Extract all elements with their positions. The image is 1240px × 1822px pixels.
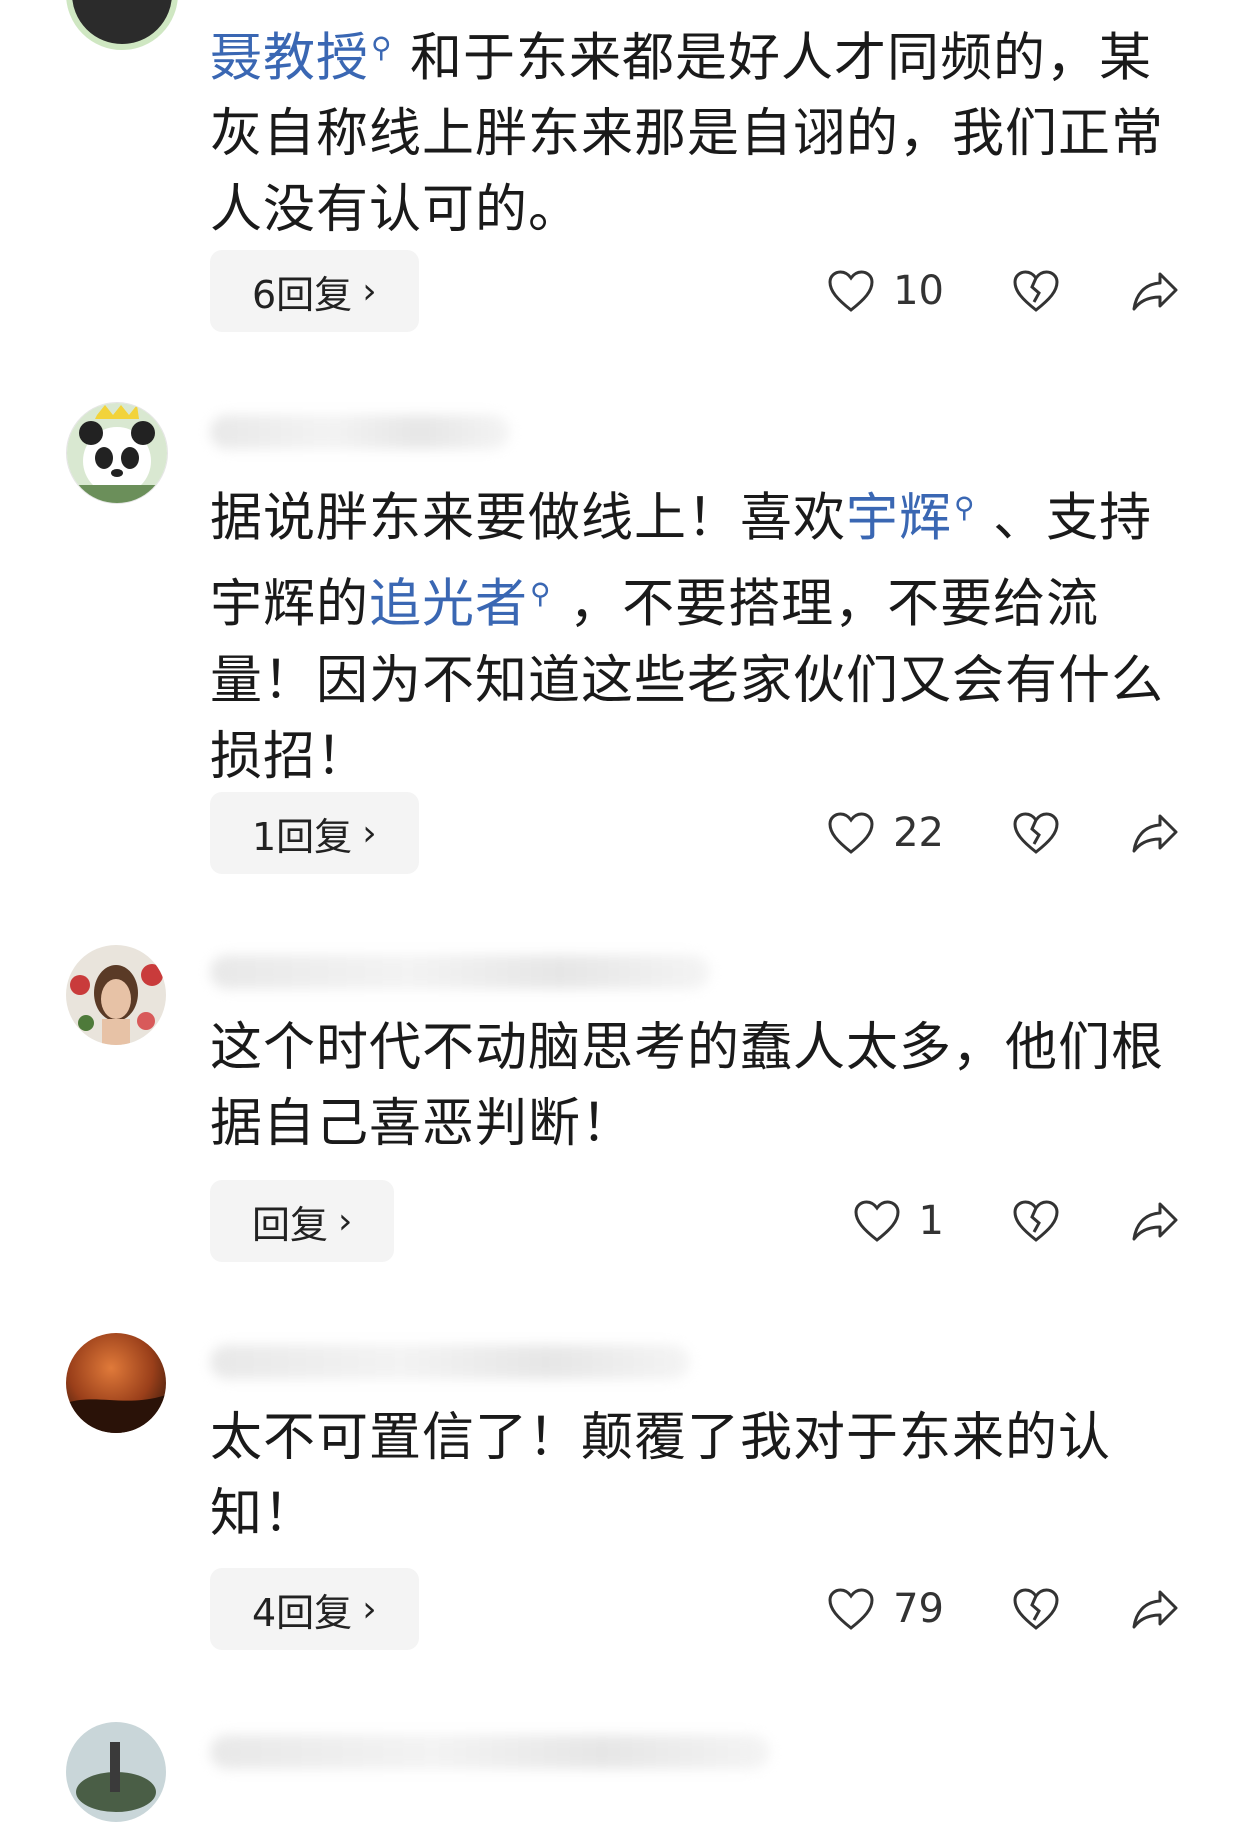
comment-actions: 1 (853, 1180, 1180, 1262)
comment-text-segment: 太不可置信了！颠覆了我对于东来的认知！ (210, 1408, 1112, 1544)
avatar[interactable] (66, 1333, 166, 1433)
reply-button[interactable]: 4回复 › (210, 1568, 419, 1650)
heart-icon (854, 1200, 900, 1242)
reply-label: 6回复 (252, 272, 353, 317)
reply-button[interactable]: 1回复 › (210, 792, 419, 874)
broken-heart-icon (1013, 270, 1059, 312)
share-button[interactable] (1130, 1199, 1180, 1243)
comment-text: 这个时代不动脑思考的蠢人太多，他们根据自己喜恶判断！ (210, 1010, 1170, 1162)
username-blurred[interactable] (210, 1735, 770, 1769)
portrait-avatar-image (66, 945, 166, 1045)
share-button[interactable] (1130, 811, 1180, 855)
avatar[interactable] (66, 402, 168, 504)
like-button[interactable]: 10 (827, 268, 944, 314)
heart-icon (828, 1588, 874, 1630)
like-button[interactable]: 22 (827, 810, 944, 856)
dislike-button[interactable] (1012, 269, 1060, 313)
comment-text-segment: 这个时代不动脑思考的蠢人太多，他们根据自己喜恶判断！ (210, 1018, 1165, 1154)
avatar[interactable] (66, 945, 166, 1045)
like-count: 1 (918, 1198, 944, 1244)
like-count: 22 (893, 810, 944, 856)
mention-link[interactable]: 追光者 (369, 575, 528, 635)
share-arrow-icon (1132, 1202, 1178, 1241)
share-arrow-icon (1132, 272, 1178, 311)
dislike-button[interactable] (1012, 1587, 1060, 1631)
username-blurred[interactable] (210, 415, 510, 449)
search-icon[interactable]: ⚲ (528, 575, 552, 635)
comment-actions: 10 (827, 250, 1180, 332)
share-button[interactable] (1130, 269, 1180, 313)
chevron-right-icon: › (338, 1200, 353, 1242)
comment-actions: 79 (827, 1568, 1180, 1650)
like-count: 10 (893, 268, 944, 314)
mention-link[interactable]: 聂教授 (210, 28, 369, 88)
panda-avatar-image (67, 403, 167, 503)
reply-label: 1回复 (252, 814, 353, 859)
sunset-avatar-image (66, 1333, 166, 1433)
heart-icon (828, 812, 874, 854)
landscape-avatar-image (66, 1722, 166, 1822)
username-blurred[interactable] (210, 955, 710, 989)
share-button[interactable] (1130, 1587, 1180, 1631)
reply-button[interactable]: 回复 › (210, 1180, 395, 1262)
like-button[interactable]: 1 (853, 1198, 944, 1244)
avatar[interactable] (66, 0, 178, 50)
broken-heart-icon (1013, 1588, 1059, 1630)
comment-text-segment: 据说胖东来要做线上！喜欢 (210, 488, 847, 549)
share-arrow-icon (1132, 814, 1178, 853)
comment-text: 太不可置信了！颠覆了我对于东来的认知！ (210, 1400, 1170, 1552)
comment-text: 聂教授⚲ 和于东来都是好人才同频的，某灰自称线上胖东来那是自诩的，我们正常人没有… (210, 10, 1170, 248)
mention-link[interactable]: 宇辉 (846, 488, 952, 548)
comment-actions: 22 (827, 792, 1180, 874)
heart-icon (828, 270, 874, 312)
avatar[interactable] (66, 1722, 166, 1822)
search-icon[interactable]: ⚲ (369, 28, 393, 88)
search-icon[interactable]: ⚲ (952, 488, 976, 548)
chevron-right-icon: › (362, 1588, 377, 1630)
share-arrow-icon (1132, 1590, 1178, 1629)
reply-label: 4回复 (252, 1590, 353, 1635)
comment-text: 据说胖东来要做线上！喜欢宇辉⚲ 、支持宇辉的追光者⚲ ，不要搭理，不要给流量！因… (210, 470, 1170, 795)
broken-heart-icon (1013, 812, 1059, 854)
dislike-button[interactable] (1012, 1199, 1060, 1243)
chevron-right-icon: › (362, 270, 377, 312)
chevron-right-icon: › (362, 812, 377, 854)
username-blurred[interactable] (210, 1345, 690, 1379)
dislike-button[interactable] (1012, 811, 1060, 855)
broken-heart-icon (1013, 1200, 1059, 1242)
reply-button[interactable]: 6回复 › (210, 250, 419, 332)
reply-label: 回复 (252, 1202, 329, 1247)
like-button[interactable]: 79 (827, 1586, 944, 1632)
like-count: 79 (893, 1586, 944, 1632)
